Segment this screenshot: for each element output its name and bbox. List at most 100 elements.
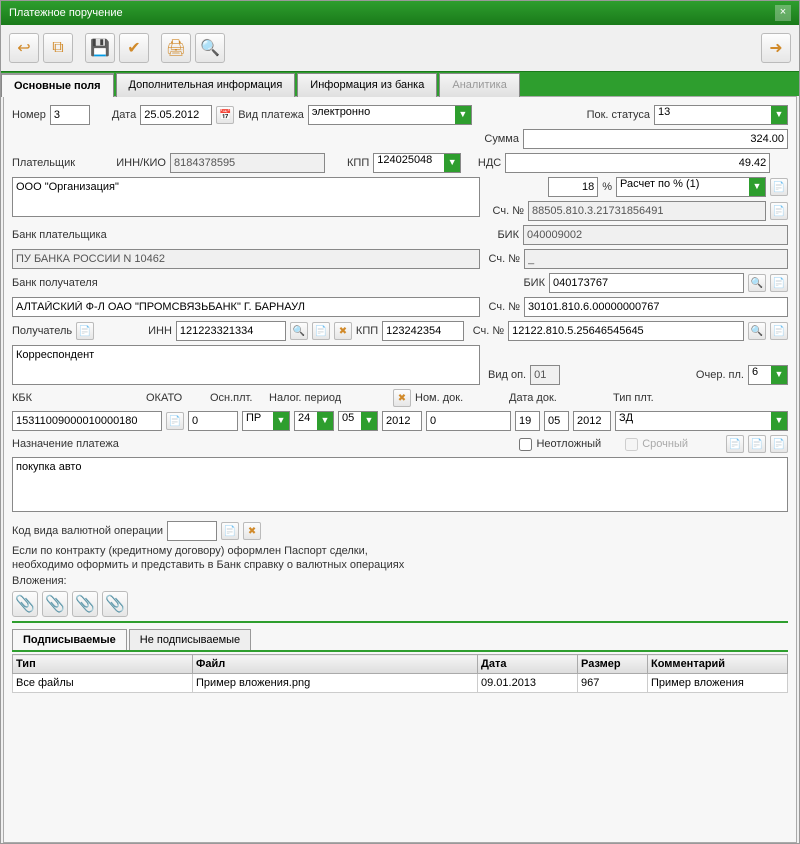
td-type: Все файлы — [13, 674, 193, 693]
bik-info-icon[interactable]: 📄 — [770, 274, 788, 292]
nds-label: НДС — [465, 157, 501, 169]
recip-acc-lookup-icon[interactable]: 🔍 — [748, 322, 766, 340]
period2-select[interactable]: 05▼ — [338, 411, 378, 431]
attach-del-icon[interactable]: 📎 — [102, 591, 128, 617]
payer-name-textarea[interactable] — [12, 177, 480, 217]
attach-add-icon[interactable]: 📎 — [12, 591, 38, 617]
tab-bank[interactable]: Информация из банка — [297, 73, 437, 97]
nomdoc-input[interactable] — [426, 411, 511, 431]
code-label: Код вида валютной операции — [12, 525, 163, 537]
pct-input[interactable] — [548, 177, 598, 197]
ocher-select[interactable]: 6▼ — [748, 365, 788, 385]
recip-bik-input[interactable] — [549, 273, 744, 293]
th-type: Тип — [13, 655, 193, 674]
vidop-input[interactable] — [530, 365, 560, 385]
recip-name-textarea[interactable] — [12, 345, 480, 385]
recip-acc-info-icon[interactable]: 📄 — [770, 322, 788, 340]
code-icon2[interactable]: ✖ — [243, 522, 261, 540]
subtab-signed[interactable]: Подписываемые — [12, 629, 127, 650]
tab-main[interactable]: Основные поля — [1, 73, 114, 97]
nds-input[interactable] — [505, 153, 770, 173]
payer-inn-input[interactable] — [170, 153, 325, 173]
kbk-lookup-icon[interactable]: 📄 — [166, 412, 184, 430]
inn-lookup-icon[interactable]: 🔍 — [290, 322, 308, 340]
recip-bank-label: Банк получателя — [12, 277, 505, 289]
td-date: 09.01.2013 — [478, 674, 578, 693]
inn-info-icon[interactable]: 📄 — [312, 322, 330, 340]
term-checkbox[interactable] — [625, 438, 638, 451]
subtab-unsigned[interactable]: Не подписываемые — [129, 629, 251, 650]
payer-bank-name-input[interactable] — [12, 249, 480, 269]
tip-label: Тип плт. — [613, 392, 654, 404]
recip-inn-input[interactable] — [176, 321, 286, 341]
check-button[interactable]: ✔ — [119, 33, 149, 63]
okato-input[interactable] — [188, 411, 238, 431]
calendar-icon[interactable]: 📅 — [216, 106, 234, 124]
paytype-label: Вид платежа — [238, 109, 304, 121]
sum-input[interactable] — [523, 129, 788, 149]
calc-select[interactable]: Расчет по % (1)▼ — [616, 177, 766, 197]
code-input[interactable] — [167, 521, 217, 541]
recip-acc-label: Сч. № — [468, 325, 504, 337]
calc-icon[interactable]: 📄 — [770, 178, 788, 196]
recip-bank-acc-input[interactable] — [524, 297, 788, 317]
recip-kpp-input[interactable] — [382, 321, 464, 341]
recip-bank-name-input[interactable] — [12, 297, 480, 317]
window-title: Платежное поручение — [9, 7, 123, 19]
payer-acc-input[interactable] — [528, 201, 766, 221]
copy-button[interactable]: ⧉ — [43, 33, 73, 63]
payer-bank-acc-label: Сч. № — [484, 253, 520, 265]
subtabs: Подписываемые Не подписываемые — [12, 629, 788, 652]
dd2-input[interactable] — [544, 411, 569, 431]
recip-kpp-label: КПП — [356, 325, 378, 337]
exit-button[interactable]: ➜ — [761, 33, 791, 63]
th-comment: Комментарий — [648, 655, 788, 674]
search-button[interactable]: 🔍 — [195, 33, 225, 63]
purpose-icon1[interactable]: 📄 — [726, 435, 744, 453]
recip-acc-input[interactable] — [508, 321, 744, 341]
number-input[interactable] — [50, 105, 90, 125]
ocher-label: Очер. пл. — [696, 369, 744, 381]
close-icon[interactable]: × — [775, 5, 791, 21]
attach-view-icon[interactable]: 📎 — [42, 591, 68, 617]
status-select[interactable]: 13▼ — [654, 105, 788, 125]
table-row[interactable]: Все файлы Пример вложения.png 09.01.2013… — [13, 674, 788, 693]
payer-bank-acc-input[interactable] — [524, 249, 788, 269]
date-input[interactable] — [140, 105, 212, 125]
dd3-input[interactable] — [573, 411, 611, 431]
date-label: Дата — [112, 109, 136, 121]
payer-kpp-label: КПП — [347, 157, 369, 169]
tip-select[interactable]: ЗД▼ — [615, 411, 788, 431]
paytype-select[interactable]: электронно▼ — [308, 105, 472, 125]
print-button[interactable]: 🖨 — [161, 33, 191, 63]
osn-select[interactable]: ПР▼ — [242, 411, 290, 431]
save-button[interactable]: 💾 — [85, 33, 115, 63]
dd1-input[interactable] — [515, 411, 540, 431]
td-file: Пример вложения.png — [193, 674, 478, 693]
back-button[interactable]: ↩ — [9, 33, 39, 63]
period-clear-icon[interactable]: ✖ — [393, 389, 411, 407]
okato-label: ОКАТО — [146, 392, 206, 404]
acc-lookup-icon[interactable]: 📄 — [770, 202, 788, 220]
period1-select[interactable]: 24▼ — [294, 411, 334, 431]
urgent-checkbox[interactable] — [519, 438, 532, 451]
purpose-icon3[interactable]: 📄 — [770, 435, 788, 453]
sum-label: Сумма — [479, 133, 519, 145]
payer-kpp-select[interactable]: 124025048▼ — [373, 153, 461, 173]
payer-bik-input[interactable] — [523, 225, 788, 245]
tab-extra[interactable]: Дополнительная информация — [116, 73, 296, 97]
titlebar: Платежное поручение × — [1, 1, 799, 25]
inn-clear-icon[interactable]: ✖ — [334, 322, 352, 340]
kbk-input[interactable] — [12, 411, 162, 431]
purpose-icon2[interactable]: 📄 — [748, 435, 766, 453]
period3-input[interactable] — [382, 411, 422, 431]
recip-lookup-icon[interactable]: 📄 — [76, 322, 94, 340]
code-icon1[interactable]: 📄 — [221, 522, 239, 540]
attach-label: Вложения: — [12, 575, 788, 587]
purpose-textarea[interactable] — [12, 457, 788, 512]
th-date: Дата — [478, 655, 578, 674]
bik-lookup-icon[interactable]: 🔍 — [748, 274, 766, 292]
urgent-label: Неотложный — [536, 438, 601, 450]
attach-save-icon[interactable]: 📎 — [72, 591, 98, 617]
tabs: Основные поля Дополнительная информация … — [1, 71, 799, 96]
